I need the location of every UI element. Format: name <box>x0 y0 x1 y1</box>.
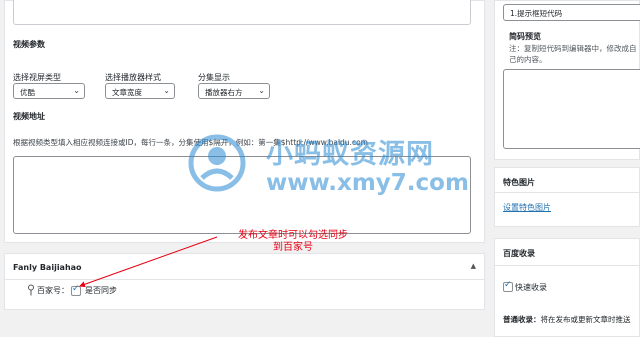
baidu-index-panel: 百度收录 ✓ 快速收录 普通收录：将在发布或更新文章时推送 <box>494 238 640 337</box>
panel-divider <box>495 265 639 266</box>
annotation-line-1: 发布文章时可以勾选同步 <box>238 230 348 241</box>
video-address-title: 视频地址 <box>13 112 45 121</box>
set-featured-image-link[interactable]: 设置特色图片 <box>503 202 551 213</box>
annotation-text: 发布文章时可以勾选同步 到百家号 <box>218 230 368 254</box>
baijiahao-panel: Fanly Baijiahao ▲ 百家号： ✓ 是否同步 <box>4 253 485 310</box>
panel-divider <box>5 279 484 280</box>
fast-index-checkbox[interactable]: ✓ <box>503 280 513 292</box>
shortcode-panel: 1.提示框短代码 简码预览 注：复制短代码到编辑器中，修改成自己的内容。 <box>494 0 640 160</box>
featured-image-title: 特色图片 <box>503 178 535 187</box>
normal-index-text: 将在发布或更新文章时推送 <box>540 315 631 324</box>
baijiahao-field-label: 百家号： <box>37 286 69 295</box>
main-column: 视频参数 选择视屏类型 优酷 ⌄ 选择播放器样式 文章宽度 ⌄ 分集显示 播放器… <box>4 0 485 310</box>
annotation-line-2: 到百家号 <box>273 242 313 253</box>
shortcode-select[interactable]: 1.提示框短代码 <box>503 4 640 21</box>
shortcode-preview-title: 简码预览 <box>509 32 541 41</box>
sync-checkbox[interactable]: ✓ <box>71 284 81 296</box>
normal-index-label: 普通收录： <box>503 315 541 324</box>
episode-display-value: 播放器右方 <box>205 88 243 97</box>
fast-index-label: 快速收录 <box>515 283 547 292</box>
checkmark-icon: ✓ <box>72 284 80 294</box>
episode-display-select[interactable]: 播放器右方 ⌄ <box>198 83 270 99</box>
panel-toggle-icon[interactable]: ▲ <box>471 262 476 270</box>
baidu-index-title: 百度收录 <box>503 249 535 258</box>
panel-divider <box>495 192 639 193</box>
player-style-select[interactable]: 文章宽度 ⌄ <box>105 83 175 99</box>
pin-icon <box>28 284 34 296</box>
viewport-type-select[interactable]: 优酷 ⌄ <box>13 83 85 99</box>
player-style-label: 选择播放器样式 <box>105 73 161 82</box>
content-textarea-top[interactable] <box>13 0 471 25</box>
normal-index-row: 普通收录：将在发布或更新文章时推送 <box>503 314 631 325</box>
viewport-type-value: 优酷 <box>20 88 35 97</box>
viewport-type-label: 选择视屏类型 <box>13 73 61 82</box>
video-params-title: 视频参数 <box>13 40 45 49</box>
shortcode-preview-textarea[interactable] <box>503 69 640 149</box>
chevron-down-icon: ⌄ <box>163 86 170 95</box>
sync-label: 是否同步 <box>85 286 117 295</box>
featured-image-panel: 特色图片 设置特色图片 <box>494 167 640 227</box>
shortcode-preview-hint: 注：复制短代码到编辑器中，修改成自己的内容。 <box>509 44 637 64</box>
video-address-textarea[interactable] <box>13 156 471 234</box>
chevron-down-icon: ⌄ <box>258 86 265 95</box>
baijiahao-panel-title: Fanly Baijiahao <box>13 263 82 272</box>
chevron-down-icon: ⌄ <box>73 86 80 95</box>
video-settings-panel: 视频参数 选择视屏类型 优酷 ⌄ 选择播放器样式 文章宽度 ⌄ 分集显示 播放器… <box>4 0 485 243</box>
video-address-hint: 根据视频类型填入相应视频连接或ID，每行一条，分集使用$隔开，例如：第一集$ht… <box>13 138 368 147</box>
player-style-value: 文章宽度 <box>112 88 142 97</box>
checkmark-icon: ✓ <box>504 280 512 290</box>
episode-display-label: 分集显示 <box>198 73 230 82</box>
